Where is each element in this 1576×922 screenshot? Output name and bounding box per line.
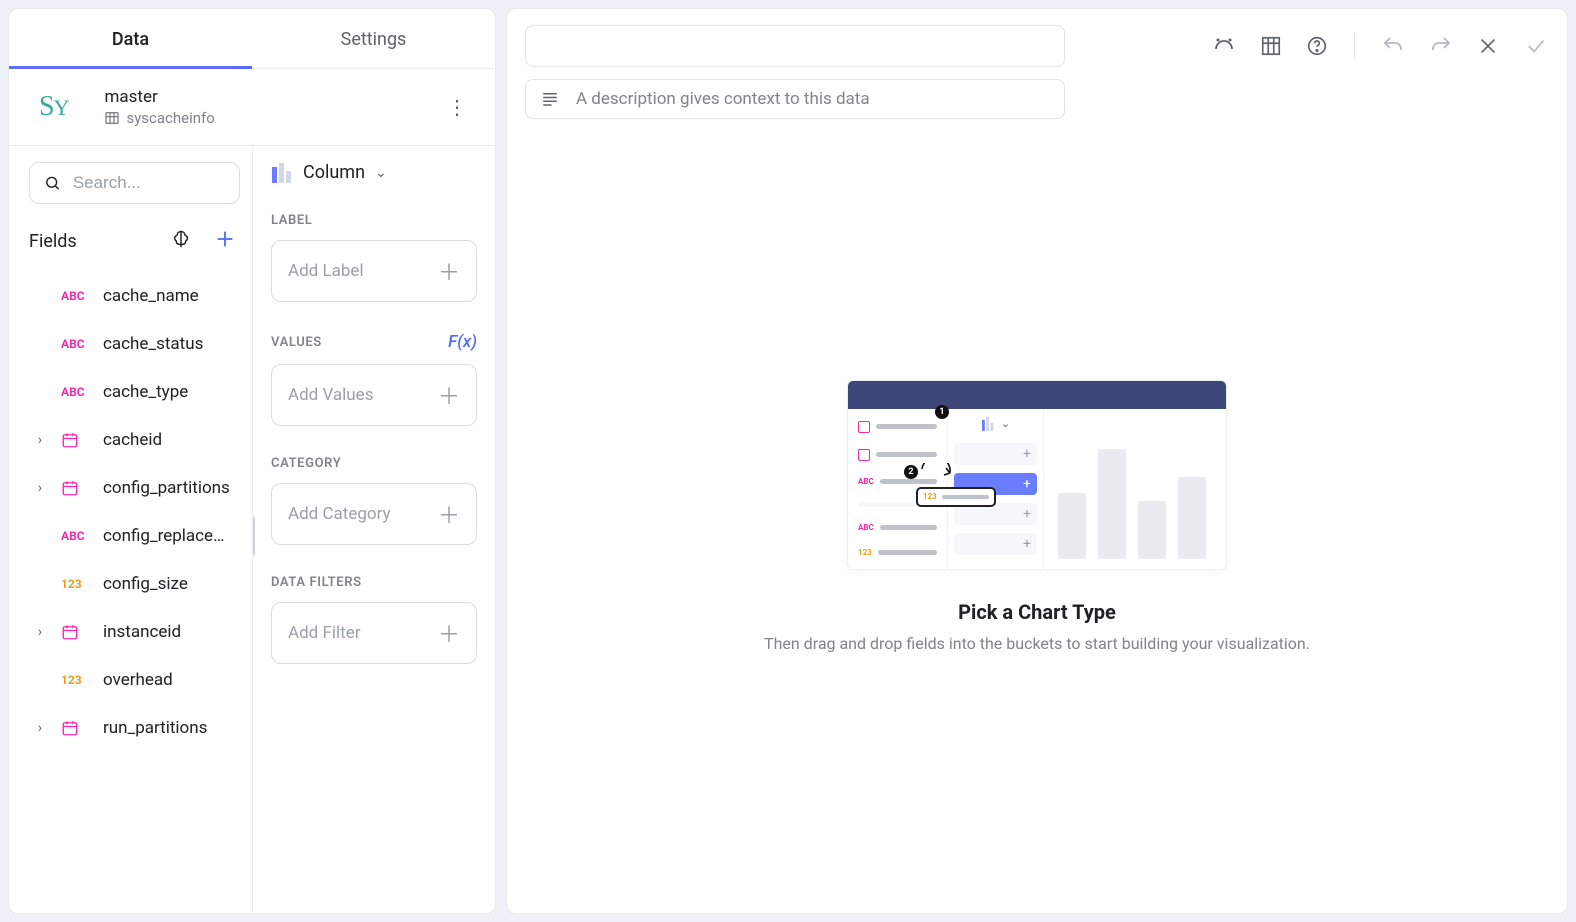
field-item[interactable]: ›ABCcache_status <box>29 320 240 368</box>
sidebar: Data Settings SY master syscacheinfo ⋮ <box>8 8 496 914</box>
type-date-icon <box>61 719 89 737</box>
type-text-icon: ABC <box>61 529 89 543</box>
plus-icon: ＋ <box>438 617 460 649</box>
source-subtitle: syscacheinfo <box>104 109 214 127</box>
main-panel: A description gives context to this data… <box>506 8 1568 914</box>
chevron-down-icon: ⌄ <box>375 165 387 181</box>
field-item[interactable]: › cacheid <box>29 416 240 464</box>
empty-state-title: Pick a Chart Type <box>958 600 1116 624</box>
type-text-icon: ABC <box>61 289 89 303</box>
chart-type-selector[interactable]: Column ⌄ <box>271 162 477 183</box>
source-header: SY master syscacheinfo ⋮ <box>9 69 495 146</box>
field-item[interactable]: › config_partitions <box>29 464 240 512</box>
source-title: master <box>104 87 214 107</box>
field-item[interactable]: ›ABCcache_type <box>29 368 240 416</box>
bucket-filters-heading: DATA FILTERS <box>271 575 477 590</box>
fields-list: › ABC cache_name › ABC cache_status › ABC cache_… <box>29 272 240 752</box>
more-menu-icon[interactable]: ⋮ <box>447 97 467 117</box>
chevron-right-icon: › <box>33 432 47 448</box>
add-field-icon[interactable] <box>214 228 236 254</box>
confirm-icon[interactable] <box>1523 35 1549 57</box>
field-name: config_replace… <box>103 526 224 546</box>
chevron-right-icon: › <box>33 480 47 496</box>
field-name: overhead <box>103 670 173 690</box>
field-item[interactable]: ›ABCcache_name <box>29 272 240 320</box>
sidebar-tabs: Data Settings <box>9 9 495 69</box>
bucket-category-well[interactable]: Add Category ＋ <box>271 483 477 545</box>
speed-icon[interactable] <box>1212 34 1236 58</box>
field-item[interactable]: › run_partitions <box>29 704 240 752</box>
type-date-icon <box>61 623 89 641</box>
bucket-label-well[interactable]: Add Label ＋ <box>271 240 477 302</box>
config-pane: Column ⌄ LABEL Add Label ＋ VALUES F(x) A… <box>253 146 495 913</box>
type-number-icon: 123 <box>61 673 89 687</box>
plus-icon: ＋ <box>438 498 460 530</box>
tab-data[interactable]: Data <box>9 9 252 68</box>
type-number-icon: 123 <box>61 577 89 591</box>
field-item[interactable]: ›ABCconfig_replace… <box>29 512 240 560</box>
fields-pane: Fields › ABC cache_name › ABC cache_status › AB… <box>9 146 253 913</box>
bucket-label-heading: LABEL <box>271 213 477 228</box>
type-date-icon <box>61 431 89 449</box>
empty-state-illustration: 1 ABC ABC 123 2 ⌄ <box>847 380 1227 570</box>
bucket-category-heading: CATEGORY <box>271 456 477 471</box>
description-input[interactable]: A description gives context to this data <box>525 79 1065 119</box>
bucket-values-well[interactable]: Add Values ＋ <box>271 364 477 426</box>
fx-button[interactable]: F(x) <box>448 332 477 352</box>
type-text-icon: ABC <box>61 385 89 399</box>
plus-icon: ＋ <box>438 379 460 411</box>
redo-icon[interactable] <box>1429 34 1453 58</box>
title-input[interactable] <box>525 25 1065 67</box>
empty-state-subtitle: Then drag and drop fields into the bucke… <box>764 634 1310 653</box>
search-icon <box>44 173 61 193</box>
field-name: cache_name <box>103 286 199 306</box>
table-icon <box>104 110 120 126</box>
search-input[interactable] <box>73 173 225 193</box>
field-name: run_partitions <box>103 718 207 738</box>
pane-resize-handle[interactable] <box>253 516 255 556</box>
type-date-icon <box>61 479 89 497</box>
search-box[interactable] <box>29 162 240 204</box>
field-item[interactable]: ›123overhead <box>29 656 240 704</box>
tab-settings[interactable]: Settings <box>252 9 495 68</box>
toolbar <box>1212 33 1549 59</box>
close-icon[interactable] <box>1477 35 1499 57</box>
chevron-right-icon: › <box>33 720 47 736</box>
field-name: cache_type <box>103 382 188 402</box>
canvas-empty-state: 1 ABC ABC 123 2 ⌄ <box>507 119 1567 913</box>
undo-icon[interactable] <box>1381 34 1405 58</box>
grid-icon[interactable] <box>1260 35 1282 57</box>
source-logo: SY <box>39 91 68 123</box>
plus-icon: ＋ <box>438 255 460 287</box>
field-item[interactable]: ›123config_size <box>29 560 240 608</box>
bucket-filters-well[interactable]: Add Filter ＋ <box>271 602 477 664</box>
help-icon[interactable] <box>1306 35 1328 57</box>
field-name: config_size <box>103 574 188 594</box>
field-item[interactable]: › instanceid <box>29 608 240 656</box>
chevron-right-icon: › <box>33 624 47 640</box>
column-chart-icon <box>271 163 293 183</box>
type-text-icon: ABC <box>61 337 89 351</box>
field-name: instanceid <box>103 622 181 642</box>
field-name: cacheid <box>103 430 162 450</box>
brain-icon[interactable] <box>170 228 192 254</box>
field-name: cache_status <box>103 334 203 354</box>
field-name: config_partitions <box>103 478 230 498</box>
paragraph-icon <box>540 90 560 108</box>
fields-heading: Fields <box>29 231 77 252</box>
bucket-values-heading: VALUES F(x) <box>271 332 477 352</box>
